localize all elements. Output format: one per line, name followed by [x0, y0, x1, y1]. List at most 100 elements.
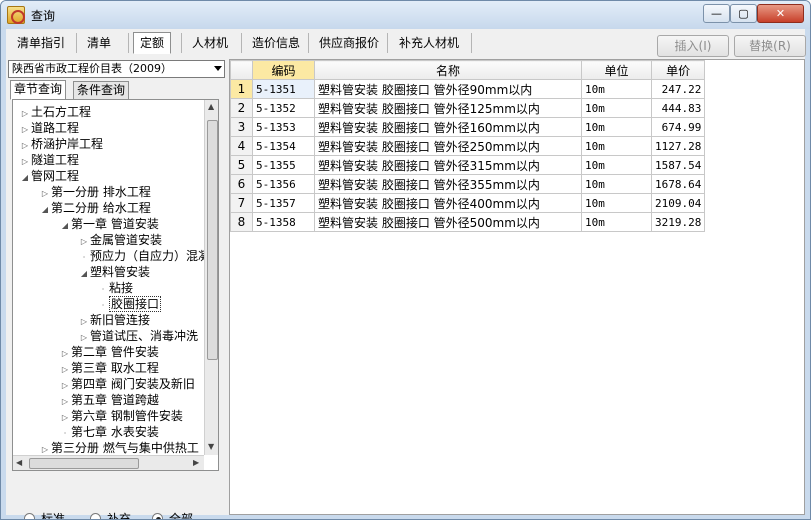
tab-supplementary-lmm[interactable]: 补充人材机 [392, 32, 466, 54]
row-number-cell[interactable]: 8 [230, 212, 253, 232]
unit-cell[interactable]: 10m [581, 136, 652, 156]
scroll-right-icon[interactable]: ▶ [193, 458, 199, 467]
replace-button[interactable]: 替换(R) [734, 35, 806, 57]
row-number-cell[interactable]: 2 [230, 98, 253, 118]
library-select[interactable]: 陕西省市政工程价目表（2009） [8, 60, 225, 78]
price-cell[interactable]: 674.99 [650, 117, 706, 137]
code-cell[interactable]: 5-1356 [252, 174, 315, 194]
price-cell[interactable]: 1127.28 [650, 136, 706, 156]
price-cell[interactable]: 247.22 [650, 79, 706, 99]
unit-cell[interactable]: 10m [581, 155, 652, 175]
close-button[interactable]: ✕ [757, 4, 804, 23]
name-cell[interactable]: 塑料管安装 胶圈接口 管外径250mm以内 [314, 136, 582, 156]
scroll-up-icon[interactable]: ▲ [208, 102, 214, 111]
subtab-condition-search[interactable]: 条件查询 [73, 81, 130, 100]
tree-item[interactable]: ▷ 第三分册 燃气与集中供热工 [39, 440, 199, 456]
table-row[interactable]: 6 5-1356 塑料管安装 胶圈接口 管外径355mm以内 10m 1678.64 [230, 174, 706, 194]
name-cell[interactable]: 塑料管安装 胶圈接口 管外径400mm以内 [314, 193, 582, 213]
tab-cost-info[interactable]: 造价信息 [245, 32, 307, 54]
maximize-button[interactable]: ▢ [730, 4, 757, 23]
header-price[interactable]: 单价 [650, 60, 706, 80]
tree-expanded-icon[interactable]: ◢ [59, 218, 71, 234]
horizontal-scroll-thumb[interactable] [29, 458, 139, 469]
row-number-cell[interactable]: 5 [230, 155, 253, 175]
minimize-button[interactable]: — [703, 4, 730, 23]
table-row[interactable]: 8 5-1358 塑料管安装 胶圈接口 管外径500mm以内 10m 3219.28 [230, 212, 706, 232]
price-cell[interactable]: 444.83 [650, 98, 706, 118]
unit-cell[interactable]: 10m [581, 98, 652, 118]
tree-horizontal-scrollbar[interactable]: ◀ ▶ [13, 455, 204, 470]
tree-item[interactable]: ▷ 第四章 阀门安装及新旧 [59, 376, 195, 392]
chapter-tree[interactable]: ▷ 土石方工程 ▷ 道路工程 ▷ 桥涵护岸工程 ▷ 隧道工程 ◢ 管网工程 ▷ 第一分册 排水工程 ◢ 第… [12, 99, 219, 471]
tree-item[interactable]: ▷ 道路工程 [19, 120, 79, 136]
row-number-cell[interactable]: 6 [230, 174, 253, 194]
header-name[interactable]: 名称 [314, 60, 582, 80]
tree-item[interactable]: · 粘接 [97, 280, 133, 296]
subtab-chapter-search[interactable]: 章节查询 [10, 80, 67, 100]
unit-cell[interactable]: 10m [581, 193, 652, 213]
tree-item[interactable]: ▷ 第二章 管件安装 [59, 344, 159, 360]
name-cell[interactable]: 塑料管安装 胶圈接口 管外径355mm以内 [314, 174, 582, 194]
header-unit[interactable]: 单位 [581, 60, 652, 80]
scroll-down-icon[interactable]: ▼ [208, 442, 214, 451]
tree-item[interactable]: ▷ 第一分册 排水工程 [39, 184, 151, 200]
table-row[interactable]: 1 5-1351 塑料管安装 胶圈接口 管外径90mm以内 10m 247.22 [230, 79, 706, 99]
tree-item[interactable]: ◢ 管网工程 [19, 168, 79, 184]
tree-expanded-icon[interactable]: ◢ [78, 266, 90, 282]
tab-supplier-quote[interactable]: 供应商报价 [312, 32, 386, 54]
tree-item[interactable]: ▷ 桥涵护岸工程 [19, 136, 103, 152]
unit-cell[interactable]: 10m [581, 212, 652, 232]
tree-item[interactable]: ▷ 管道试压、消毒冲洗 [78, 328, 198, 344]
table-row[interactable]: 3 5-1353 塑料管安装 胶圈接口 管外径160mm以内 10m 674.99 [230, 117, 706, 137]
code-cell[interactable]: 5-1354 [252, 136, 315, 156]
name-cell[interactable]: 塑料管安装 胶圈接口 管外径315mm以内 [314, 155, 582, 175]
row-number-cell[interactable]: 4 [230, 136, 253, 156]
table-row[interactable]: 2 5-1352 塑料管安装 胶圈接口 管外径125mm以内 10m 444.83 [230, 98, 706, 118]
code-cell[interactable]: 5-1351 [252, 79, 315, 99]
price-cell[interactable]: 1587.54 [650, 155, 706, 175]
quota-grid[interactable]: 编码 名称 单位 单价 1 5-1351 塑料管安装 胶圈接口 管外径90mm以内 1… [229, 59, 805, 515]
header-code[interactable]: 编码 [252, 60, 315, 80]
price-cell[interactable]: 3219.28 [650, 212, 706, 232]
radio-supplement-dot[interactable] [90, 513, 101, 519]
radio-standard[interactable]: 标准 [24, 511, 65, 519]
unit-cell[interactable]: 10m [581, 117, 652, 137]
tree-vertical-scrollbar[interactable]: ▲ ▼ [204, 100, 218, 455]
tree-item[interactable]: ▷ 第三章 取水工程 [59, 360, 159, 376]
tree-item[interactable]: ▷ 金属管道安装 [78, 232, 162, 248]
code-cell[interactable]: 5-1357 [252, 193, 315, 213]
name-cell[interactable]: 塑料管安装 胶圈接口 管外径160mm以内 [314, 117, 582, 137]
table-row[interactable]: 4 5-1354 塑料管安装 胶圈接口 管外径250mm以内 10m 1127.28 [230, 136, 706, 156]
code-cell[interactable]: 5-1352 [252, 98, 315, 118]
vertical-scroll-thumb[interactable] [207, 120, 218, 360]
scroll-left-icon[interactable]: ◀ [16, 458, 22, 467]
tree-expanded-icon[interactable]: ◢ [39, 202, 51, 218]
tab-quota[interactable]: 定额 [133, 32, 172, 54]
code-cell[interactable]: 5-1355 [252, 155, 315, 175]
tree-item[interactable]: · 胶圈接口 [97, 296, 162, 312]
price-cell[interactable]: 2109.04 [650, 193, 706, 213]
tree-item[interactable]: ▷ 第六章 钢制管件安装 [59, 408, 183, 424]
code-cell[interactable]: 5-1353 [252, 117, 315, 137]
radio-standard-dot[interactable] [24, 513, 35, 519]
tab-labor-material-machine[interactable]: 人材机 [185, 32, 235, 54]
tree-item[interactable]: ▷ 新旧管连接 [78, 312, 150, 328]
tree-item[interactable]: ▷ 第五章 管道跨越 [59, 392, 159, 408]
tree-item[interactable]: ▷ 土石方工程 [19, 104, 91, 120]
row-number-cell[interactable]: 7 [230, 193, 253, 213]
tree-item[interactable]: ◢ 第一章 管道安装 [59, 216, 159, 232]
row-number-cell[interactable]: 3 [230, 117, 253, 137]
tree-item[interactable]: ◢ 塑料管安装 [78, 264, 150, 280]
name-cell[interactable]: 塑料管安装 胶圈接口 管外径500mm以内 [314, 212, 582, 232]
radio-all[interactable]: 全部 [152, 511, 193, 519]
tab-list[interactable]: 清单 [80, 32, 118, 54]
code-cell[interactable]: 5-1358 [252, 212, 315, 232]
tree-item[interactable]: ▷ 隧道工程 [19, 152, 79, 168]
name-cell[interactable]: 塑料管安装 胶圈接口 管外径90mm以内 [314, 79, 582, 99]
tab-list-guide[interactable]: 清单指引 [10, 32, 72, 54]
radio-supplement[interactable]: 补充 [90, 511, 131, 519]
row-number-cell[interactable]: 1 [230, 79, 253, 99]
radio-all-dot[interactable] [152, 513, 163, 519]
table-row[interactable]: 7 5-1357 塑料管安装 胶圈接口 管外径400mm以内 10m 2109.04 [230, 193, 706, 213]
chevron-down-icon[interactable] [214, 66, 222, 71]
